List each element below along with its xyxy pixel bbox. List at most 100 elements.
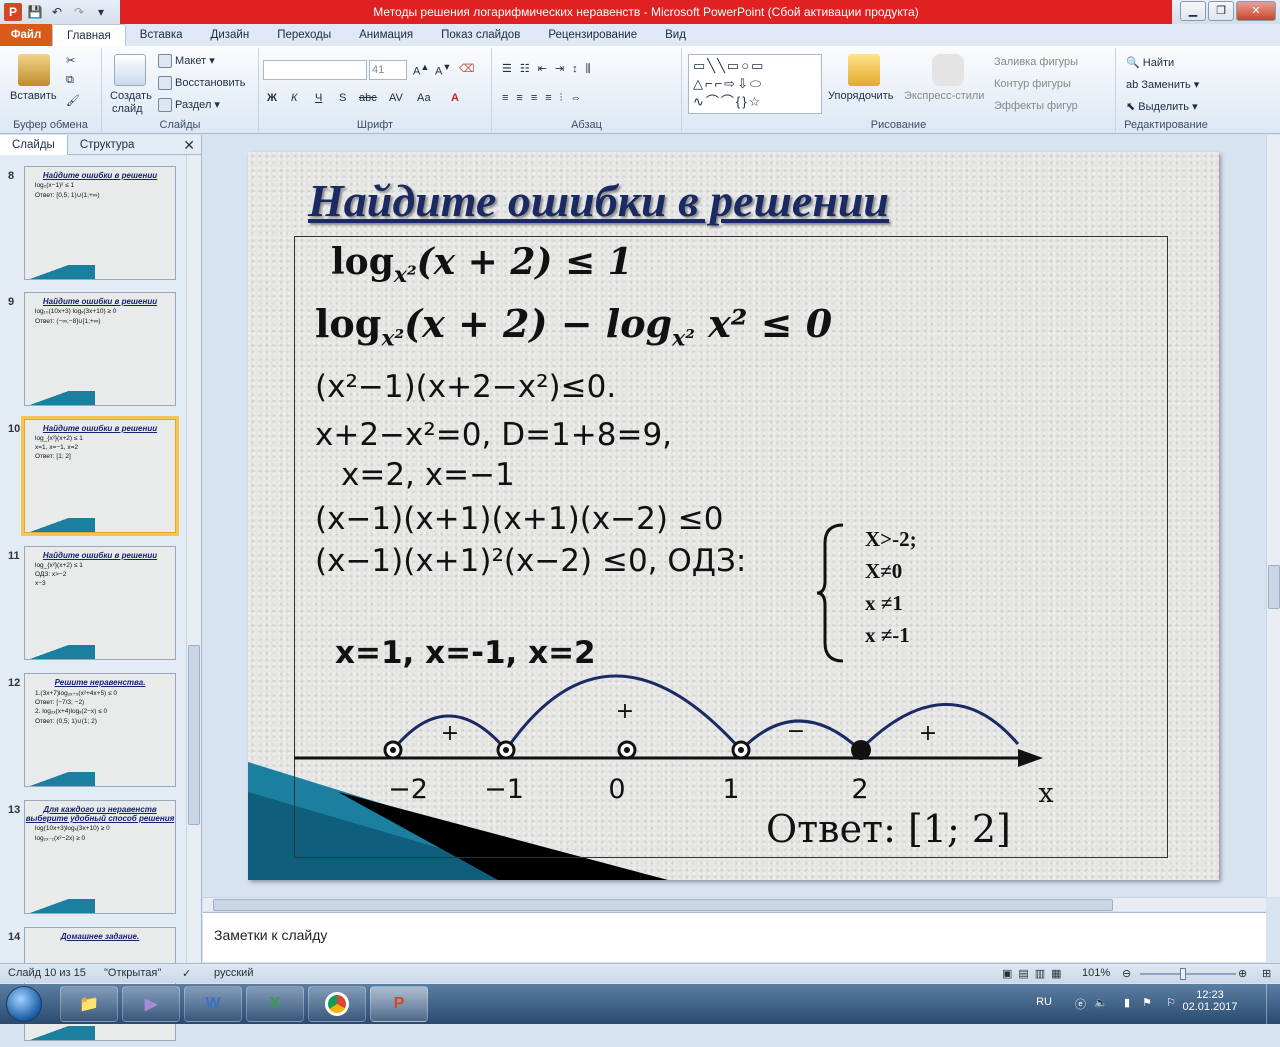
layout-button[interactable]: Макет ▾ [158,54,215,69]
network-icon[interactable]: ▮ [1124,996,1130,1009]
slide-thumbnail[interactable]: Для каждого из неравенств выберите удобн… [24,800,176,914]
zoom-level[interactable]: 101% [1082,967,1110,979]
tab-home[interactable]: Главная [52,24,126,46]
shape-fill-button[interactable]: Заливка фигуры [994,56,1078,68]
new-slide-icon[interactable] [114,54,146,86]
language-label[interactable]: русский [214,967,253,979]
view-buttons[interactable]: ▣▤▥▦ [1002,967,1068,980]
tab-review[interactable]: Рецензирование [534,24,651,46]
theme-name[interactable]: "Открытая" [104,967,161,979]
zoom-slider[interactable] [1140,973,1236,975]
shape-outline-button[interactable]: Контур фигуры [994,78,1071,90]
shape-effects-button[interactable]: Эффекты фигур [994,100,1078,112]
tab-view[interactable]: Вид [651,24,700,46]
slide-thumbnail[interactable]: Найдите ошибки в решении log₂(x−1)² ≤ 1 От… [24,166,176,280]
notes-pane[interactable]: Заметки к слайду [203,912,1266,962]
slide-thumbnail[interactable]: Найдите ошибки в решении log_{x²}(x+2) ≤ … [21,416,179,536]
powerpoint-icon[interactable]: P [4,3,22,21]
flag-icon[interactable]: ⚐ [1166,996,1176,1009]
tab-transitions[interactable]: Переходы [263,24,345,46]
copy-icon[interactable]: ⧉ [66,74,74,87]
minimize-button[interactable]: ▁ [1180,1,1206,21]
powerpoint-taskbar-icon[interactable]: P [370,986,428,1022]
font-color-icon[interactable]: A [451,92,459,104]
grow-font-icon[interactable]: A▲ [413,62,429,78]
save-icon[interactable]: 💾 [26,3,44,21]
editor-vertical-scrollbar[interactable] [1266,135,1280,897]
input-language[interactable]: RU [1036,996,1052,1008]
find-button[interactable]: 🔍 Найти [1126,56,1174,69]
shadow-button[interactable]: S [339,92,346,104]
close-button[interactable]: ✕ [1236,1,1276,21]
tray-app-icon[interactable]: ⓔ [1075,996,1086,1012]
italic-button[interactable]: К [291,92,297,104]
action-center-icon[interactable]: ⚑ [1142,996,1152,1009]
bold-button[interactable]: Ж [267,92,277,104]
section-button[interactable]: Раздел ▾ [158,98,220,113]
zoom-in-icon[interactable]: ⊕ [1238,967,1247,980]
slide-canvas[interactable]: Найдите ошибки в решении logx²(x + 2) ≤ … [248,152,1219,880]
strikethrough-button[interactable]: abc [359,92,377,104]
format-painter-icon[interactable]: 🖌 [66,94,80,107]
show-desktop-button[interactable] [1266,984,1280,1024]
clear-format-icon[interactable]: ⌫ [459,62,475,75]
explorer-taskbar-icon[interactable]: 📁 [60,986,118,1022]
spacing-icon[interactable]: AV [389,92,403,104]
slide-thumbnail-row[interactable]: 9 Найдите ошибки в решении log₁₀(10x+3) lo… [0,292,186,412]
tab-design[interactable]: Дизайн [197,24,264,46]
slide-thumbnail-row[interactable]: 13 Для каждого из неравенств выберите удо… [0,800,186,920]
chrome-taskbar-icon[interactable] [308,986,366,1022]
shapes-gallery[interactable]: ▭╲╲▭○▭ △⌐⌐⇨⇩⬭ ∿⌒⌒{}☆ [688,54,822,114]
tab-slideshow[interactable]: Показ слайдов [427,24,534,46]
new-slide-button[interactable]: Создать [110,90,152,102]
start-button[interactable] [6,986,42,1022]
tab-outline-panel[interactable]: Структура [68,135,147,155]
font-size-select[interactable]: 41 [369,60,407,80]
list-icons[interactable]: ☰☷⇤⇥↕⫼ [502,62,599,76]
change-case-button[interactable]: Аа [417,92,431,104]
slides-scrollbar[interactable] [186,155,200,963]
slide-thumbnail[interactable]: Решите неравенства. 1.(3x+7)log₂ₓ₊₅(x²+4x… [24,673,176,787]
customize-qat-icon[interactable]: ▾ [92,3,110,21]
tab-file[interactable]: Файл [0,24,52,46]
quick-styles-icon[interactable] [932,54,964,86]
word-taskbar-icon[interactable]: W [184,986,242,1022]
paste-icon[interactable] [18,54,50,86]
arrange-icon[interactable] [848,54,880,86]
redo-icon[interactable]: ↷ [70,3,88,21]
shrink-font-icon[interactable]: A▼ [435,62,451,78]
arrange-button[interactable]: Упорядочить [828,90,893,102]
scrollbar-thumb[interactable] [213,899,1113,911]
clock[interactable]: 12:23 02.01.2017 [1180,989,1240,1013]
replace-button[interactable]: ab Заменить ▾ [1126,78,1199,91]
underline-button[interactable]: Ч [315,92,322,104]
restore-button[interactable]: ❐ [1208,1,1234,21]
visual-studio-taskbar-icon[interactable]: ▶ [122,986,180,1022]
paste-button[interactable]: Вставить [10,90,57,102]
slide-thumbnail-row[interactable]: 10 Найдите ошибки в решении log_{x²}(x+2) … [0,416,186,539]
close-panel-icon[interactable]: ✕ [183,137,195,154]
excel-taskbar-icon[interactable]: X [246,986,304,1022]
scrollbar-thumb[interactable] [1268,565,1280,609]
scrollbar-thumb[interactable] [188,645,200,825]
undo-icon[interactable]: ↶ [48,3,66,21]
reset-button[interactable]: Восстановить [158,76,245,90]
select-button[interactable]: ⬉ Выделить ▾ [1126,100,1198,113]
slide-thumbnail-row[interactable]: 12 Решите неравенства. 1.(3x+7)log₂ₓ₊₅(x²+… [0,673,186,793]
zoom-out-icon[interactable]: ⊖ [1122,967,1131,980]
font-name-select[interactable] [263,60,367,80]
tab-insert[interactable]: Вставка [126,24,197,46]
tab-slides-panel[interactable]: Слайды [0,135,68,155]
cut-icon[interactable]: ✂ [66,54,75,67]
align-icons[interactable]: ≡≡≡≡⫶⇔ [502,92,589,105]
slide-thumbnail[interactable]: Найдите ошибки в решении log_{x²}(x+2) ≤ … [24,546,176,660]
slide-thumbnail[interactable]: Найдите ошибки в решении log₁₀(10x+3) log… [24,292,176,406]
editor-horizontal-scrollbar[interactable] [203,897,1266,911]
slide-thumbnail-row[interactable]: 11 Найдите ошибки в решении log_{x²}(x+2) … [0,546,186,666]
slide-thumbnail-row[interactable]: 8 Найдите ошибки в решении log₂(x−1)² ≤ 1 О… [0,166,186,286]
fit-slide-icon[interactable]: ⊞ [1262,967,1271,980]
tab-animation[interactable]: Анимация [345,24,427,46]
quick-styles-button[interactable]: Экспресс-стили [904,90,984,102]
zoom-slider-thumb[interactable] [1180,968,1186,980]
volume-icon[interactable]: 🔈 [1094,996,1108,1009]
